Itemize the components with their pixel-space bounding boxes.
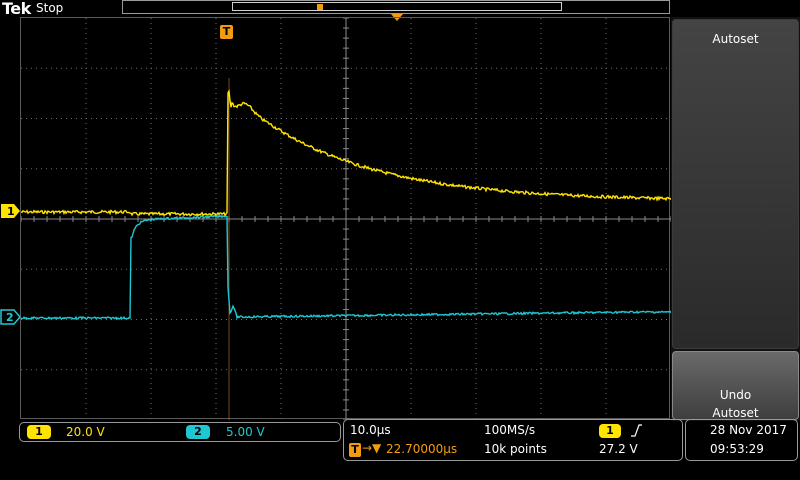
ch1-badge[interactable]: 1 bbox=[27, 425, 51, 439]
sample-rate: 100MS/s bbox=[484, 423, 536, 437]
rising-edge-icon bbox=[631, 424, 642, 437]
record-view-window bbox=[232, 2, 562, 11]
run-status: Stop bbox=[36, 1, 64, 15]
time: 09:53:29 bbox=[710, 442, 764, 456]
waveform-graticule[interactable] bbox=[20, 17, 671, 420]
ch1-scale: 20.0 V bbox=[66, 425, 105, 439]
ch2-ground-marker[interactable]: 2 bbox=[0, 309, 22, 325]
datetime-box: 28 Nov 2017 09:53:29 bbox=[685, 419, 798, 461]
ch2-scale: 5.00 V bbox=[226, 425, 265, 439]
autoset-button[interactable]: Autoset bbox=[672, 19, 799, 349]
trigger-position-icon: T bbox=[349, 443, 361, 457]
ch1-ground-marker[interactable]: 1 bbox=[0, 203, 22, 219]
ch2-marker-label: 2 bbox=[6, 311, 14, 324]
undo-autoset-label: Undo Autoset bbox=[712, 388, 759, 420]
record-trigger-marker bbox=[317, 4, 323, 10]
trigger-level: 27.2 V bbox=[599, 442, 638, 456]
graticule-grid bbox=[21, 18, 671, 420]
horizontal-scale: 10.0μs bbox=[350, 423, 391, 437]
undo-autoset-button[interactable]: Undo Autoset bbox=[672, 351, 799, 420]
trigger-source-badge: 1 bbox=[599, 424, 621, 438]
side-menu: Autoset Undo Autoset bbox=[671, 17, 800, 421]
ch2-badge[interactable]: 2 bbox=[186, 425, 210, 439]
horizontal-trigger-box[interactable]: 10.0μs 100MS/s 1 27.2 V T →▼ 22.70000μs … bbox=[343, 419, 683, 461]
ch1-marker-label: 1 bbox=[7, 205, 15, 218]
trigger-position: 22.70000μs bbox=[386, 442, 458, 456]
date: 28 Nov 2017 bbox=[710, 423, 787, 437]
channel-settings-box[interactable]: 1 20.0 V 2 5.00 V bbox=[19, 422, 341, 442]
tek-logo: Tek bbox=[2, 0, 31, 18]
record-length: 10k points bbox=[484, 442, 547, 456]
trigger-delay-arrow-icon: →▼ bbox=[362, 441, 382, 455]
autoset-label: Autoset bbox=[712, 32, 759, 46]
